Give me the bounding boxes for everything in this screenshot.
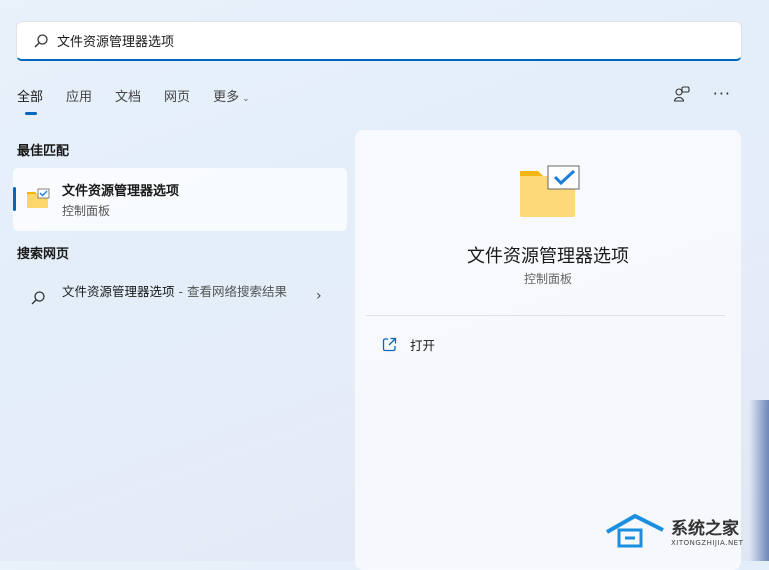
tab-all[interactable]: 全部 (17, 86, 43, 115)
preview-panel: 文件资源管理器选项 控制面板 打开 (355, 130, 741, 570)
more-options-icon[interactable]: ··· (713, 84, 731, 103)
best-match-item[interactable]: 文件资源管理器选项 控制面板 (13, 168, 347, 231)
open-label: 打开 (410, 338, 436, 353)
tab-apps[interactable]: 应用 (66, 86, 92, 105)
search-input[interactable] (57, 33, 657, 48)
open-external-icon (382, 337, 397, 352)
watermark-url: XITONGZHIJIA.NET (671, 538, 744, 547)
tab-web[interactable]: 网页 (164, 86, 190, 105)
folder-options-icon (27, 188, 50, 208)
web-search-heading: 搜索网页 (17, 247, 70, 262)
best-match-heading: 最佳匹配 (17, 144, 70, 159)
filter-tabs: 全部 应用 文档 网页 更多 ⌄ (17, 86, 273, 115)
account-switch-icon[interactable] (673, 85, 691, 103)
search-icon (34, 33, 48, 47)
tab-more[interactable]: 更多 ⌄ (213, 86, 250, 105)
tab-more-label: 更多 (213, 90, 240, 105)
preview-subtitle: 控制面板 (523, 272, 572, 286)
best-match-title: 文件资源管理器选项 (62, 184, 180, 199)
web-result-suffix: - 查看网络搜索结果 (174, 284, 287, 299)
background-edge (749, 400, 769, 561)
open-action[interactable]: 打开 (382, 335, 435, 354)
tab-documents[interactable]: 文档 (115, 86, 141, 105)
best-match-subtitle: 控制面板 (62, 204, 111, 218)
chevron-right-icon[interactable]: › (316, 288, 322, 304)
web-result-title: 文件资源管理器选项 (62, 284, 175, 299)
watermark-logo-icon (606, 513, 664, 548)
preview-title: 文件资源管理器选项 (467, 246, 629, 267)
search-icon (31, 291, 45, 305)
folder-options-large-icon (520, 165, 580, 217)
selection-indicator (13, 187, 16, 211)
divider (366, 315, 725, 316)
web-search-item[interactable]: 文件资源管理器选项 - 查看网络搜索结果 › (13, 272, 347, 324)
chevron-down-icon: ⌄ (242, 94, 250, 104)
watermark: 系统之家 XITONGZHIJIA.NET (605, 512, 743, 548)
search-box[interactable] (16, 21, 742, 61)
watermark-name: 系统之家 (671, 518, 739, 539)
